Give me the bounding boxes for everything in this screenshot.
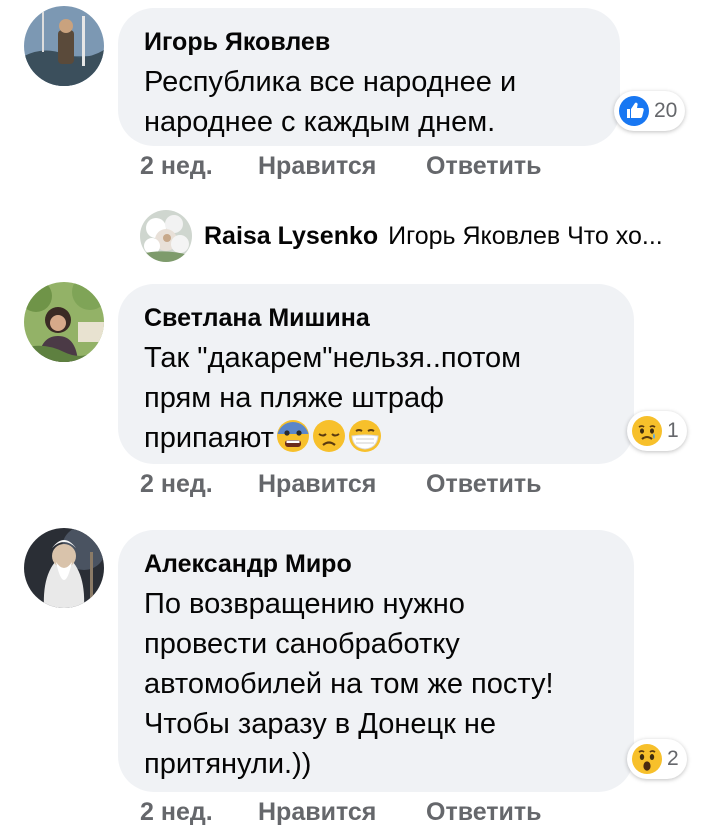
reaction-summary[interactable]: 2: [627, 739, 687, 779]
reaction-count: 2: [667, 747, 679, 770]
comment-line: По возвращению нужно: [144, 588, 465, 620]
avatar[interactable]: [24, 6, 104, 86]
avatar[interactable]: [24, 282, 104, 362]
face-with-mask-emoji: [348, 420, 381, 452]
comment-line: автомобилей на том же посту!: [144, 668, 554, 700]
comment-line: народнее с каждым днем.: [144, 106, 496, 138]
comment-author[interactable]: Игорь Яковлев: [144, 26, 594, 58]
comment-actions: 2 нед. Нравится Ответить: [140, 470, 542, 499]
comment-bubble: Игорь Яковлев Республика все народнее и …: [118, 8, 620, 146]
reply-author[interactable]: Raisa Lysenko: [204, 222, 378, 251]
reply-button[interactable]: Ответить: [426, 470, 542, 499]
comment-line: притянули.)): [144, 748, 312, 780]
comment-actions: 2 нед. Нравится Ответить: [140, 798, 542, 827]
reaction-count: 1: [667, 419, 679, 442]
comment-time[interactable]: 2 нед.: [140, 798, 258, 827]
disappointed-face-emoji: [312, 420, 345, 452]
sad-icon: [632, 416, 662, 446]
reply-button[interactable]: Ответить: [426, 152, 542, 181]
like-button[interactable]: Нравится: [258, 798, 426, 827]
like-button[interactable]: Нравится: [258, 152, 426, 181]
like-icon: [619, 96, 649, 126]
wow-icon: [632, 744, 662, 774]
comment-line: припаяют: [144, 422, 274, 454]
like-button[interactable]: Нравится: [258, 470, 426, 499]
comment-author[interactable]: Александр Миро: [144, 548, 608, 580]
comment-bubble: Александр Миро По возвращению нужно пров…: [118, 530, 634, 792]
comment-line: провести санобработку: [144, 628, 460, 660]
avatar[interactable]: [24, 528, 104, 608]
comment-text: Так "дакарем"нельзя..потом прям на пляже…: [144, 338, 608, 458]
comment-line: Республика все народнее и: [144, 66, 517, 98]
reply-preview[interactable]: Raisa Lysenko Игорь Яковлев Что хо...: [140, 208, 663, 264]
comment-author[interactable]: Светлана Мишина: [144, 302, 608, 334]
comment-time[interactable]: 2 нед.: [140, 470, 258, 499]
comment-line-with-emoji: припаяют: [144, 418, 608, 458]
comment-time[interactable]: 2 нед.: [140, 152, 258, 181]
comments-thread: Игорь Яковлев Республика все народнее и …: [0, 0, 720, 840]
comment-actions: 2 нед. Нравится Ответить: [140, 152, 542, 181]
reply-text: Игорь Яковлев Что хо...: [388, 221, 663, 250]
comment-line: Так "дакарем"нельзя..потом: [144, 342, 522, 374]
comment-bubble: Светлана Мишина Так "дакарем"нельзя..пот…: [118, 284, 634, 464]
comment-line: прям на пляже штраф: [144, 382, 444, 414]
reaction-count: 20: [654, 99, 678, 122]
comment-line: Чтобы заразу в Донецк не: [144, 708, 497, 740]
comment-text: По возвращению нужно провести санобработ…: [144, 584, 608, 784]
reply-avatar[interactable]: [140, 210, 192, 262]
reaction-summary[interactable]: 20: [614, 91, 686, 131]
reply-button[interactable]: Ответить: [426, 798, 542, 827]
reaction-summary[interactable]: 1: [627, 411, 687, 451]
comment-text: Республика все народнее и народнее с каж…: [144, 62, 594, 142]
anxious-face-emoji: [276, 420, 309, 452]
